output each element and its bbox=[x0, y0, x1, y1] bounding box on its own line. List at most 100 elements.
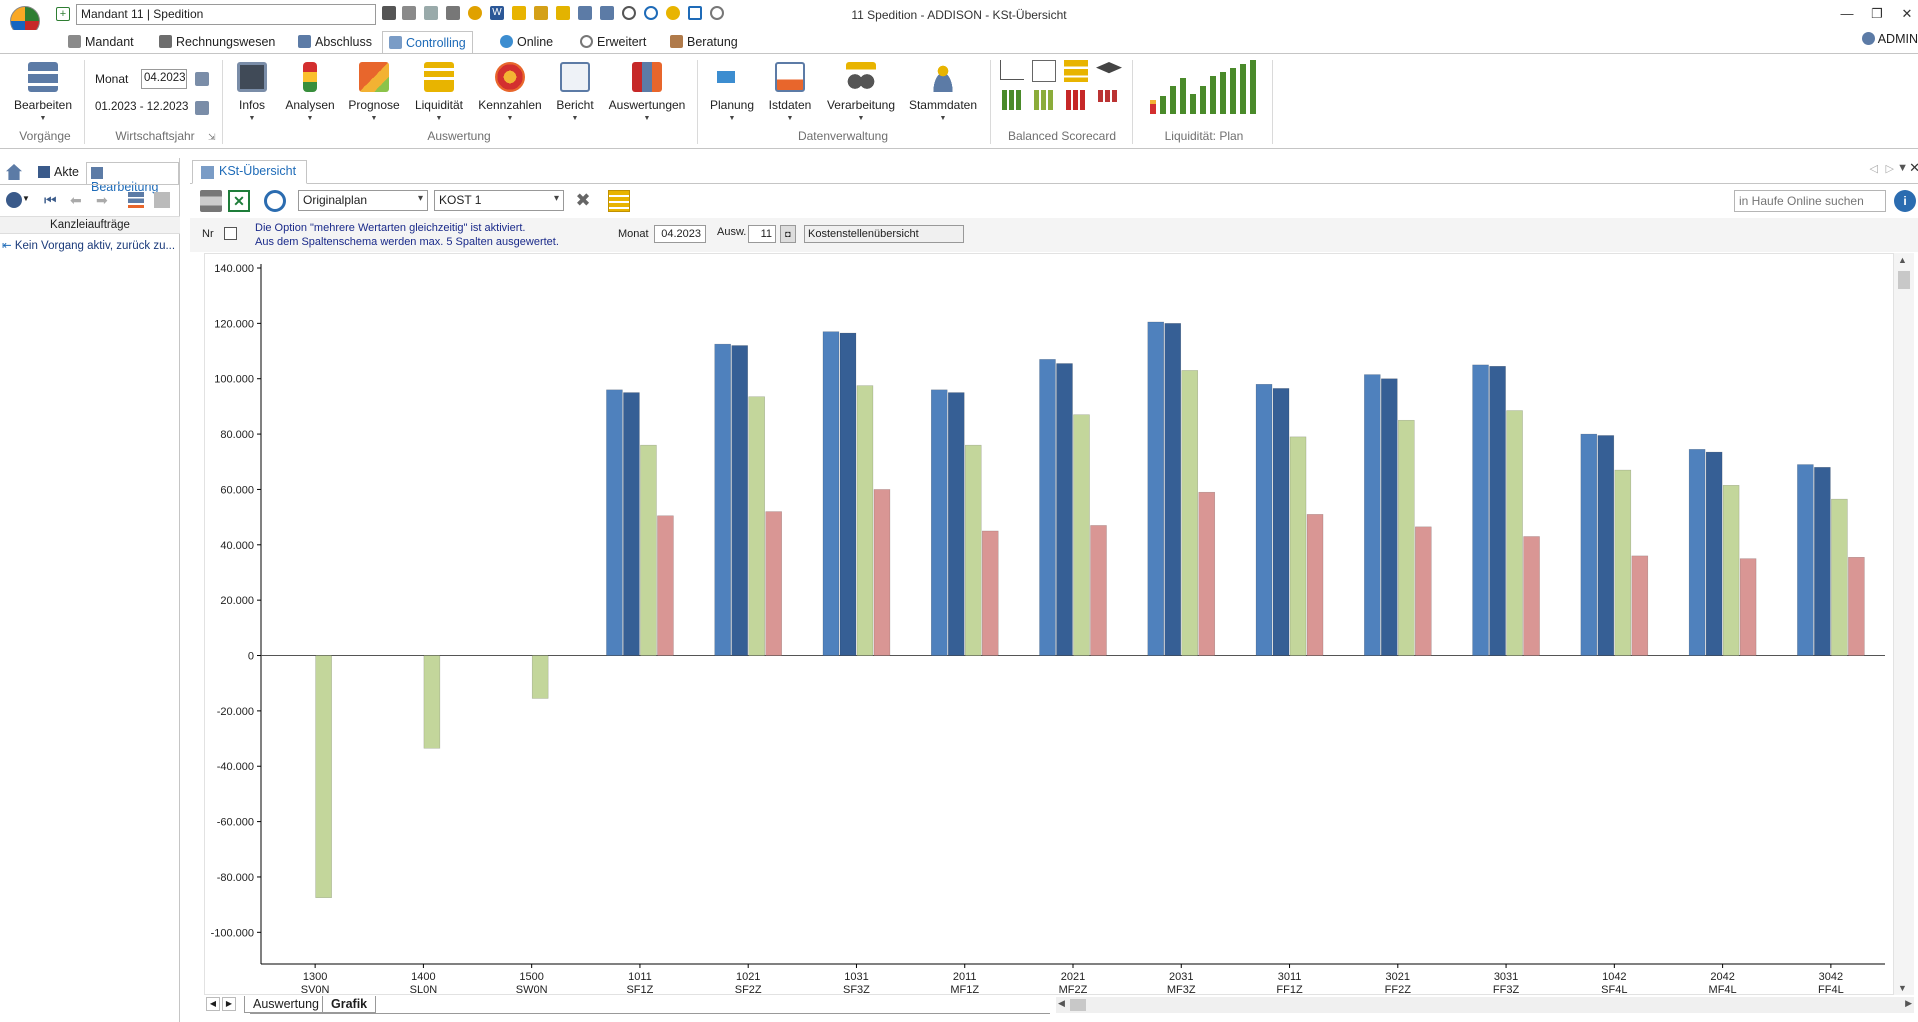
green-grid-icon[interactable] bbox=[1002, 90, 1022, 110]
nr-checkbox[interactable] bbox=[224, 227, 237, 240]
graduation-cap-icon[interactable] bbox=[1096, 62, 1122, 74]
score-coins-icon[interactable] bbox=[1064, 60, 1088, 82]
ausw-field[interactable]: 11 bbox=[748, 225, 776, 243]
tab-kst-uebersicht[interactable]: KSt-Übersicht bbox=[192, 160, 308, 184]
sync-icon[interactable] bbox=[710, 6, 724, 20]
hscroll-right-icon[interactable]: ▶ bbox=[1905, 998, 1912, 1009]
prognose-button[interactable]: Prognose ▼ bbox=[344, 62, 404, 122]
line-chart-icon[interactable] bbox=[1000, 60, 1024, 80]
bar bbox=[1739, 558, 1757, 656]
tab-scroll-left-icon[interactable]: ◁ bbox=[1870, 162, 1878, 175]
word-icon[interactable]: W bbox=[490, 6, 504, 20]
liquiditaet-button[interactable]: Liquidität ▼ bbox=[410, 62, 468, 122]
card-icon[interactable] bbox=[534, 6, 548, 20]
bearbeiten-button[interactable]: Bearbeiten ▼ bbox=[12, 62, 74, 122]
tab-bearbeitung[interactable]: Bearbeitung bbox=[86, 162, 179, 194]
group-label-wirtschaftsjahr: Wirtschaftsjahr bbox=[115, 129, 195, 143]
add-note-icon[interactable] bbox=[512, 6, 526, 20]
hscroll-left-icon[interactable]: ◀ bbox=[1058, 998, 1065, 1009]
bar bbox=[1415, 526, 1432, 656]
kostenstelle-select[interactable]: KOST 1 bbox=[434, 190, 564, 211]
mandant-selector[interactable]: Mandant 11 | Spedition bbox=[76, 4, 376, 25]
lightbulb-icon[interactable] bbox=[666, 6, 680, 20]
minimize-button[interactable]: — bbox=[1836, 6, 1858, 24]
monat-field[interactable]: 04.2023 bbox=[654, 225, 706, 243]
coin-icon[interactable] bbox=[468, 6, 482, 20]
sheet-next-icon[interactable]: ▶ bbox=[222, 997, 236, 1011]
stammdaten-button[interactable]: Stammdaten ▼ bbox=[906, 62, 980, 122]
haufe-search-input[interactable] bbox=[1734, 190, 1886, 212]
back-arrow-icon[interactable]: ⬅ bbox=[70, 192, 82, 209]
hscroll-thumb[interactable] bbox=[1070, 999, 1086, 1011]
tools-icon[interactable]: ✖ bbox=[572, 190, 594, 212]
bericht-button[interactable]: Bericht ▼ bbox=[552, 62, 598, 122]
tab-scroll-right-icon[interactable]: ▷ bbox=[1886, 162, 1894, 175]
home-icon[interactable] bbox=[6, 164, 22, 180]
scroll-thumb[interactable] bbox=[1898, 271, 1910, 289]
calendar-icon[interactable] bbox=[600, 6, 614, 20]
help-icon[interactable] bbox=[644, 6, 658, 20]
istdaten-button[interactable]: Istdaten ▼ bbox=[764, 62, 816, 122]
remote-icon[interactable] bbox=[688, 6, 702, 20]
auswertungen-button[interactable]: Auswertungen ▼ bbox=[604, 62, 690, 122]
yellow-green-grid-icon[interactable] bbox=[1034, 90, 1054, 110]
tab-rechnungswesen[interactable]: Rechnungswesen bbox=[153, 31, 281, 54]
lookup-binoculars-icon[interactable]: ◘ bbox=[780, 225, 796, 243]
monat-input[interactable]: 04.2023 bbox=[141, 69, 187, 89]
month-picker-icon[interactable] bbox=[195, 72, 209, 86]
analysen-button[interactable]: Analysen ▼ bbox=[282, 62, 338, 122]
clipboard-icon[interactable] bbox=[578, 6, 592, 20]
print-icon[interactable] bbox=[424, 6, 438, 20]
liquidity-plan-gallery[interactable] bbox=[1148, 60, 1258, 116]
planung-button[interactable]: Planung ▼ bbox=[706, 62, 758, 122]
no-task-item[interactable]: ⇤ Kein Vorgang aktiv, zurück zu... bbox=[2, 236, 178, 254]
tab-close-icon[interactable]: ✕ bbox=[1909, 160, 1918, 176]
restore-button[interactable]: ❐ bbox=[1866, 6, 1888, 24]
forward-arrow-icon[interactable]: ➡ bbox=[96, 192, 108, 209]
copy-icon[interactable] bbox=[402, 6, 416, 20]
vertical-scrollbar[interactable]: ▲ ▼ bbox=[1894, 253, 1914, 995]
dialog-launcher-icon[interactable]: ⇲ bbox=[208, 132, 216, 143]
export-icon[interactable] bbox=[154, 192, 170, 208]
add-icon[interactable]: + bbox=[56, 7, 70, 21]
tab-grafik[interactable]: Grafik bbox=[322, 996, 377, 1013]
scroll-down-icon[interactable]: ▼ bbox=[1898, 983, 1907, 993]
horizontal-scrollbar[interactable]: ◀ ▶ bbox=[1056, 997, 1914, 1013]
search-icon[interactable] bbox=[622, 6, 636, 20]
options-dropdown-icon[interactable] bbox=[6, 192, 22, 208]
year-picker-icon[interactable] bbox=[195, 101, 209, 115]
user-menu[interactable]: ADMIN bbox=[1861, 32, 1918, 46]
tab-abschluss[interactable]: Abschluss bbox=[292, 31, 378, 54]
tab-erweitert[interactable]: Erweitert bbox=[574, 31, 652, 54]
bar bbox=[839, 332, 857, 656]
binoculars-icon[interactable] bbox=[382, 6, 396, 20]
tab-list-icon[interactable]: ▼ bbox=[1897, 162, 1908, 174]
red-grid-icon[interactable] bbox=[1066, 90, 1086, 110]
tab-online[interactable]: Online bbox=[494, 31, 559, 54]
tab-controlling[interactable]: Controlling bbox=[382, 31, 473, 54]
mail-icon[interactable] bbox=[556, 6, 570, 20]
task-list-icon[interactable] bbox=[128, 192, 144, 208]
first-record-icon[interactable]: ⏮ bbox=[44, 192, 57, 209]
sheet-prev-icon[interactable]: ◀ bbox=[206, 997, 220, 1011]
kennzahlen-button[interactable]: Kennzahlen ▼ bbox=[474, 62, 546, 122]
refresh-icon[interactable] bbox=[264, 190, 286, 212]
scroll-up-icon[interactable]: ▲ bbox=[1898, 255, 1907, 265]
close-button[interactable]: ✕ bbox=[1896, 6, 1918, 24]
bar bbox=[531, 655, 549, 699]
preview-icon[interactable] bbox=[446, 6, 460, 20]
notes-icon[interactable] bbox=[608, 190, 630, 212]
tab-mandant[interactable]: Mandant bbox=[62, 31, 140, 54]
tab-akte[interactable]: Akte bbox=[34, 162, 83, 184]
mixed-grid-icon[interactable] bbox=[1098, 90, 1118, 102]
print-icon[interactable] bbox=[200, 190, 222, 212]
tab-auswertung[interactable]: Auswertung bbox=[244, 996, 329, 1013]
tab-beratung[interactable]: Beratung bbox=[664, 31, 744, 54]
bar bbox=[1831, 498, 1848, 656]
euro-document-icon[interactable] bbox=[1032, 60, 1056, 82]
infos-button[interactable]: Infos ▼ bbox=[228, 62, 276, 122]
excel-export-icon[interactable]: ✕ bbox=[228, 190, 250, 212]
plan-select[interactable]: Originalplan bbox=[298, 190, 428, 211]
verarbeitung-button[interactable]: Verarbeitung ▼ bbox=[822, 62, 900, 122]
haufe-help-icon[interactable]: i bbox=[1894, 190, 1916, 212]
